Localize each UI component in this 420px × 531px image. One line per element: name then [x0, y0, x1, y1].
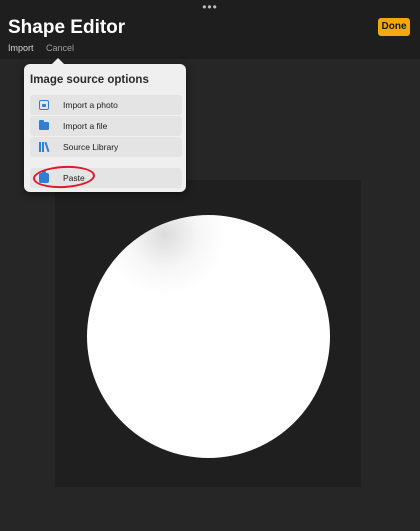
- menu-item-label: Import a photo: [63, 100, 118, 110]
- photo-icon: [39, 100, 49, 110]
- import-tab[interactable]: Import: [8, 43, 34, 53]
- grabber-handle[interactable]: •••: [202, 1, 218, 13]
- menu-item-import-photo[interactable]: Import a photo: [30, 95, 182, 115]
- menu-item-label: Import a file: [63, 121, 108, 131]
- folder-icon: [39, 120, 49, 130]
- cancel-tab[interactable]: Cancel: [46, 43, 74, 53]
- top-bar: ••• Shape Editor Done Import Cancel: [0, 0, 420, 59]
- shape-preview-circle: [87, 215, 330, 458]
- menu-item-label: Source Library: [63, 142, 119, 152]
- subnav: Import Cancel: [8, 43, 84, 53]
- menu-item-import-file[interactable]: Import a file: [30, 116, 182, 136]
- page-title: Shape Editor: [8, 17, 126, 38]
- menu-item-source-library[interactable]: Source Library: [30, 137, 182, 157]
- library-icon: [39, 141, 50, 153]
- done-button[interactable]: Done: [378, 18, 410, 36]
- popover-title: Image source options: [30, 74, 149, 86]
- popover-arrow: [52, 58, 64, 64]
